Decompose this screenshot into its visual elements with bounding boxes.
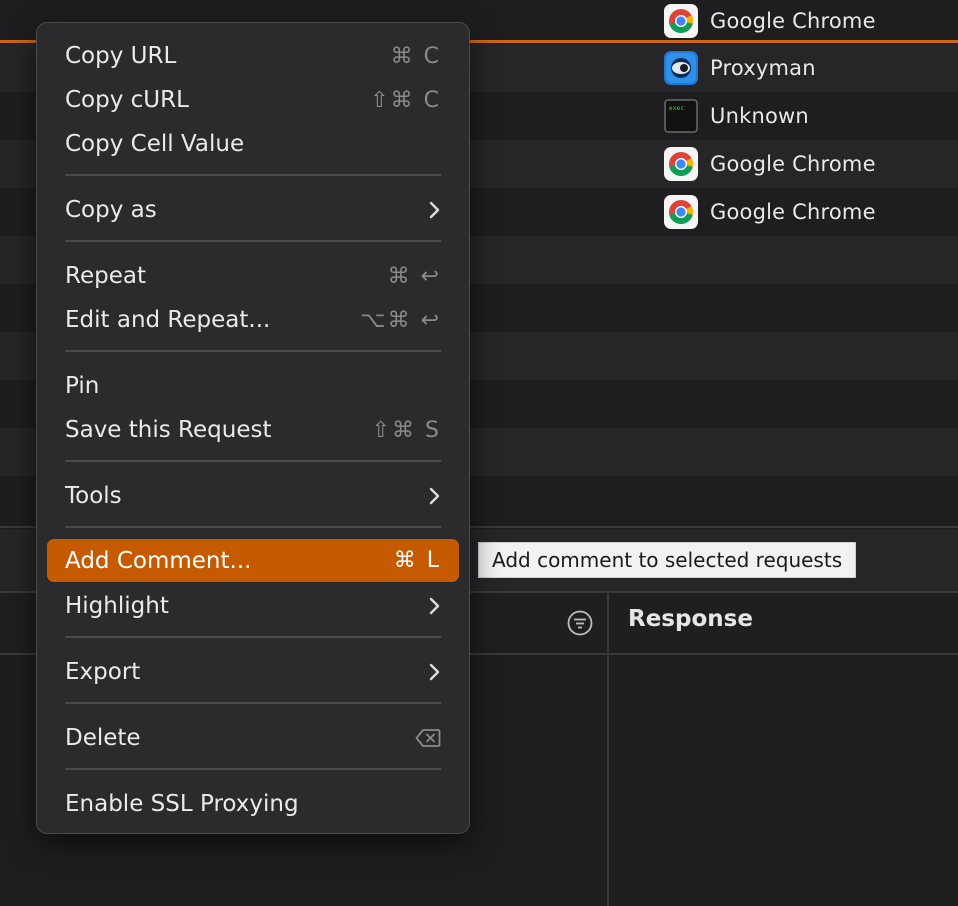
menu-separator — [65, 526, 441, 528]
shortcut-label: ⌥⌘ ↩ — [360, 307, 441, 333]
client-name: Unknown — [710, 104, 809, 128]
shortcut-label: ⇧⌘ C — [370, 87, 441, 113]
menu-item-copy-as[interactable]: Copy as — [47, 190, 459, 230]
menu-item-label: Edit and Repeat... — [65, 307, 271, 333]
menu-item-tools[interactable]: Tools — [47, 476, 459, 516]
client-name: Google Chrome — [710, 9, 876, 33]
menu-item-add-comment[interactable]: Add Comment... ⌘ L — [47, 539, 459, 582]
menu-item-copy-cell-value[interactable]: Copy Cell Value — [47, 124, 459, 164]
proxyman-icon — [664, 51, 698, 85]
menu-item-label: Tools — [65, 483, 122, 509]
menu-item-label: Copy Cell Value — [65, 131, 245, 157]
client-name: Proxyman — [710, 56, 816, 80]
chevron-right-icon — [429, 663, 440, 681]
menu-item-label: Copy as — [65, 197, 157, 223]
menu-item-label: Export — [65, 659, 141, 685]
menu-item-label: Add Comment... — [65, 547, 252, 574]
menu-item-repeat[interactable]: Repeat ⌘ ↩ — [47, 256, 459, 296]
menu-separator — [65, 174, 441, 176]
menu-separator — [65, 636, 441, 638]
chevron-right-icon — [429, 487, 440, 505]
terminal-exec-icon: exec — [664, 99, 698, 133]
menu-item-label: Copy URL — [65, 43, 177, 69]
menu-item-label: Copy cURL — [65, 87, 189, 113]
menu-item-pin[interactable]: Pin — [47, 366, 459, 406]
menu-item-edit-and-repeat[interactable]: Edit and Repeat... ⌥⌘ ↩ — [47, 300, 459, 340]
chevron-right-icon — [429, 201, 440, 219]
client-cell: Google Chrome — [664, 147, 876, 181]
add-comment-tooltip: Add comment to selected requests — [478, 542, 857, 578]
menu-separator — [65, 702, 441, 704]
menu-item-highlight[interactable]: Highlight — [47, 586, 459, 626]
menu-separator — [65, 240, 441, 242]
shortcut-label: ⇧⌘ S — [371, 417, 441, 443]
menu-separator — [65, 460, 441, 462]
menu-item-enable-ssl-proxying[interactable]: Enable SSL Proxying — [47, 784, 459, 824]
menu-item-label: Repeat — [65, 263, 146, 289]
menu-separator — [65, 350, 441, 352]
context-menu: Copy URL ⌘ C Copy cURL ⇧⌘ C Copy Cell Va… — [36, 22, 470, 834]
client-name: Google Chrome — [710, 200, 876, 224]
response-panel-title: Response — [628, 606, 753, 632]
chrome-icon — [664, 195, 698, 229]
menu-item-copy-url[interactable]: Copy URL ⌘ C — [47, 36, 459, 76]
client-cell: Proxyman — [664, 51, 816, 85]
menu-separator — [65, 768, 441, 770]
shortcut-label: ⌘ ↩ — [387, 263, 441, 289]
shortcut-label: ⌘ L — [393, 548, 441, 573]
menu-item-copy-curl[interactable]: Copy cURL ⇧⌘ C — [47, 80, 459, 120]
client-cell: exec Unknown — [664, 99, 809, 133]
menu-item-delete[interactable]: Delete — [47, 718, 459, 758]
client-name: Google Chrome — [710, 152, 876, 176]
menu-item-label: Save this Request — [65, 417, 272, 443]
menu-item-label: Pin — [65, 373, 100, 399]
client-cell: Google Chrome — [664, 195, 876, 229]
chrome-icon — [664, 147, 698, 181]
client-cell: Google Chrome — [664, 4, 876, 38]
exec-label: exec — [669, 105, 684, 112]
menu-item-label: Highlight — [65, 593, 169, 619]
chevron-right-icon — [429, 597, 440, 615]
chrome-icon — [664, 4, 698, 38]
delete-backspace-icon — [415, 729, 441, 747]
shortcut-label: ⌘ C — [390, 43, 441, 69]
menu-item-save-request[interactable]: Save this Request ⇧⌘ S — [47, 410, 459, 450]
panel-split-divider[interactable] — [607, 593, 609, 906]
filter-icon[interactable] — [567, 610, 593, 636]
menu-item-export[interactable]: Export — [47, 652, 459, 692]
menu-item-label: Delete — [65, 725, 141, 751]
menu-item-label: Enable SSL Proxying — [65, 791, 299, 817]
